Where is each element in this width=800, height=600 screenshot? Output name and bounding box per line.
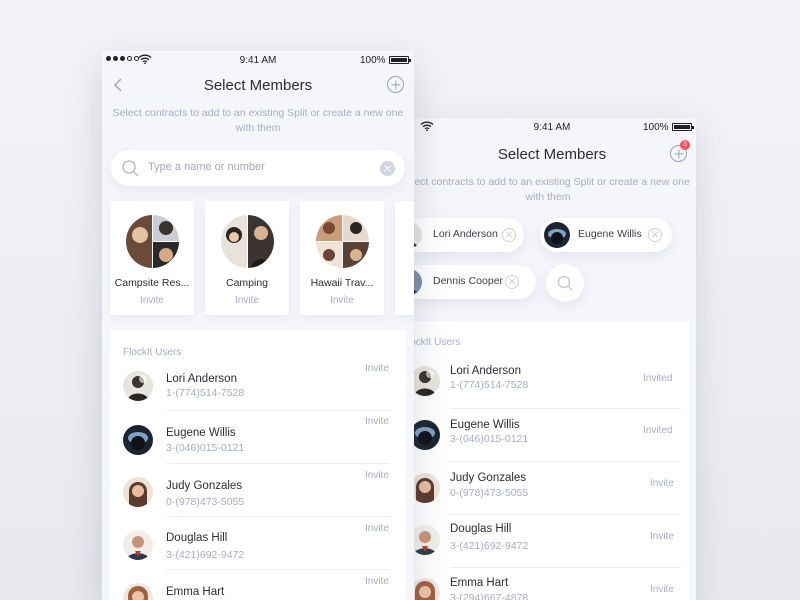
group-carousel[interactable]: Campsite Res... Invite Camping Invite Ha…	[110, 201, 414, 315]
user-name: Emma Hart	[166, 586, 225, 598]
user-row[interactable]: Douglas Hill 3-(421)692-9472 Invite	[408, 515, 689, 568]
invite-button[interactable]: Invite	[650, 531, 674, 542]
user-phone: 3-(421)692-9472	[450, 540, 529, 552]
user-name: Eugene Willis	[450, 419, 520, 431]
battery-percent: 100%	[643, 122, 669, 133]
user-row[interactable]: Eugene Willis 3-(046)015-0121 Invite	[110, 411, 406, 464]
selected-chip-lori-anderson[interactable]: Lori Anderson	[408, 218, 524, 252]
user-row[interactable]: Douglas Hill 3-(421)692-9472 Invite	[110, 517, 406, 570]
user-row[interactable]: Emma Hart 3-(294)667-4878 Invite	[408, 568, 689, 600]
battery-icon	[389, 56, 411, 64]
battery-icon	[672, 123, 694, 131]
user-name: Eugene Willis	[166, 427, 236, 439]
user-name: Lori Anderson	[450, 365, 521, 377]
select-members-screen: 9:41 AM 100% Select Members Select contr…	[102, 51, 414, 600]
invite-button[interactable]: Invite	[365, 416, 389, 427]
avatar	[410, 473, 440, 503]
chip-name: Dennis Cooper	[433, 275, 504, 287]
flockit-users-panel: FlockIt Users Lori Anderson 1-(774)514-7…	[110, 330, 406, 600]
search-icon	[122, 160, 139, 177]
page-title: Select Members	[497, 146, 607, 163]
selected-chip-eugene-willis[interactable]: Eugene Willis	[540, 218, 672, 252]
invite-status[interactable]: Invited	[643, 373, 672, 384]
avatar	[410, 366, 440, 396]
user-row[interactable]: Lori Anderson 1-(774)514-7528 Invited	[408, 356, 689, 409]
user-name: Douglas Hill	[166, 532, 228, 544]
user-phone: 0-(978)473-5055	[450, 487, 529, 499]
avatar	[123, 371, 153, 401]
section-label: FlockIt Users	[123, 347, 182, 358]
page-title: Select Members	[203, 77, 313, 94]
user-row[interactable]: Lori Anderson 1-(774)514-7528 Invite	[110, 358, 406, 411]
user-name: Lori Anderson	[166, 373, 237, 385]
group-avatar	[221, 215, 274, 268]
avatar	[123, 530, 153, 560]
clear-search-icon[interactable]	[380, 161, 395, 176]
remove-chip-icon[interactable]	[648, 228, 662, 242]
invite-button[interactable]: Invite	[365, 523, 389, 534]
user-phone: 0-(978)473-5055	[166, 496, 245, 508]
remove-chip-icon[interactable]	[505, 275, 519, 289]
page-subtitle: Select contracts to add to an existing S…	[112, 107, 404, 134]
invite-button[interactable]: Invite	[300, 295, 384, 306]
search-icon	[557, 275, 573, 291]
selected-members-screen: 9:41 AM 100% Select Members 3 elect cont…	[408, 118, 696, 600]
add-member-button[interactable]	[387, 76, 404, 93]
invite-button[interactable]: Invite	[110, 295, 194, 306]
avatar	[123, 477, 153, 507]
invite-button[interactable]: Invite	[205, 295, 289, 306]
group-avatar	[126, 215, 179, 268]
invite-button[interactable]: Invite	[650, 584, 674, 595]
group-card-partial[interactable]	[395, 201, 414, 315]
status-bar: 9:41 AM 100%	[102, 51, 414, 71]
selected-count-badge: 3	[680, 140, 690, 150]
user-phone: 1-(774)514-7528	[450, 379, 529, 391]
user-phone: 3-(421)692-9472	[166, 549, 245, 561]
user-name: Emma Hart	[450, 577, 509, 589]
avatar	[410, 578, 440, 600]
chip-name: Eugene Willis	[578, 228, 642, 240]
battery-percent: 100%	[360, 55, 386, 66]
group-name: Camping	[225, 277, 269, 289]
user-name: Douglas Hill	[450, 523, 512, 535]
user-row[interactable]: Emma Hart Invite	[110, 570, 406, 600]
user-row[interactable]: Judy Gonzales 0-(978)473-5055 Invite	[110, 464, 406, 517]
user-name: Judy Gonzales	[166, 480, 243, 492]
selected-chip-dennis-cooper[interactable]: Dennis Cooper	[408, 265, 536, 299]
avatar	[123, 425, 153, 455]
avatar	[123, 583, 153, 600]
invite-button[interactable]: Invite	[365, 470, 389, 481]
chip-name: Lori Anderson	[433, 228, 498, 240]
avatar	[544, 222, 570, 248]
group-card-camping[interactable]: Camping Invite	[205, 201, 289, 315]
user-phone: 3-(046)015-0121	[450, 433, 529, 445]
user-phone: 1-(774)514-7528	[166, 387, 245, 399]
remove-chip-icon[interactable]	[502, 228, 516, 242]
search-bar[interactable]: Type a name or number	[111, 150, 405, 186]
avatar	[410, 525, 440, 555]
avatar	[410, 420, 440, 450]
flockit-users-panel: lockIt Users Lori Anderson 1-(774)514-75…	[408, 321, 689, 600]
status-bar: 9:41 AM 100%	[408, 118, 696, 138]
user-phone: 3-(046)015-0121	[166, 442, 245, 454]
user-name: Judy Gonzales	[450, 472, 527, 484]
user-row[interactable]: Eugene Willis 3-(046)015-0121 Invited	[408, 409, 689, 462]
section-label: lockIt Users	[408, 337, 461, 348]
group-card-campsite[interactable]: Campsite Res... Invite	[110, 201, 194, 315]
group-name: Campsite Res...	[114, 277, 190, 289]
invite-button[interactable]: Invite	[650, 478, 674, 489]
group-name: Hawaii Trav...	[310, 277, 374, 289]
search-button[interactable]	[546, 264, 584, 302]
invite-button[interactable]: Invite	[365, 363, 389, 374]
invite-status[interactable]: Invited	[643, 425, 672, 436]
user-phone: 3-(294)667-4878	[450, 592, 529, 600]
group-avatar	[316, 215, 369, 268]
group-card-hawaii[interactable]: Hawaii Trav... Invite	[300, 201, 384, 315]
page-subtitle: elect contracts to add to an existing Sp…	[408, 176, 690, 203]
search-input[interactable]: Type a name or number	[148, 161, 265, 173]
invite-button[interactable]: Invite	[365, 576, 389, 587]
user-row[interactable]: Judy Gonzales 0-(978)473-5055 Invite	[408, 462, 689, 515]
